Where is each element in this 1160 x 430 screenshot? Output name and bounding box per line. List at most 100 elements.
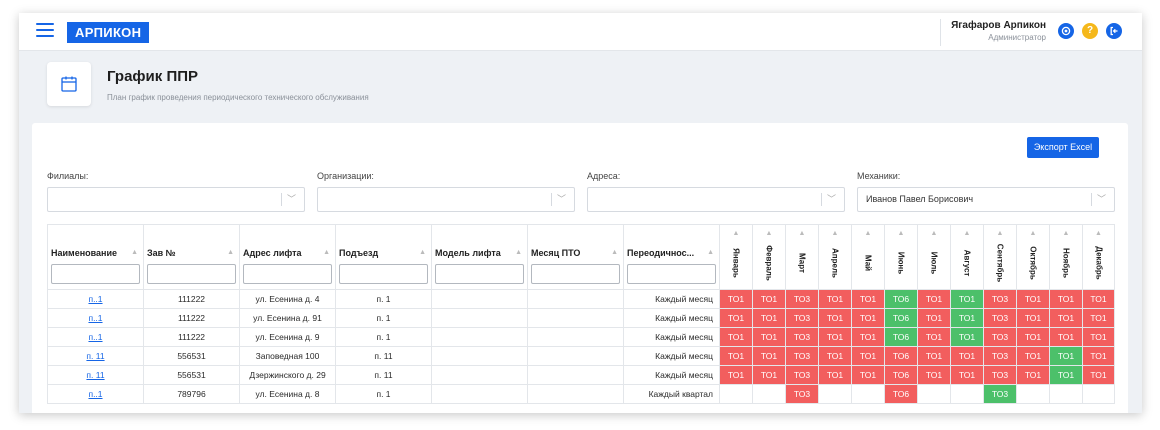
schedule-cell[interactable]: ТО1	[719, 289, 753, 309]
name-link[interactable]: п..1	[88, 332, 102, 342]
column-filter-input[interactable]	[339, 264, 428, 284]
schedule-cell[interactable]: ТО1	[818, 346, 852, 366]
schedule-cell[interactable]: ТО1	[1049, 365, 1083, 385]
column-header-address[interactable]: Адрес лифта ▲	[239, 224, 336, 290]
export-excel-button[interactable]: Экспорт Excel	[1027, 137, 1099, 158]
schedule-cell[interactable]: ТО3	[983, 289, 1017, 309]
sort-icon[interactable]: ▲	[419, 249, 426, 256]
schedule-cell[interactable]: ТО1	[1016, 327, 1050, 347]
schedule-cell[interactable]: ТО6	[884, 384, 918, 404]
column-header-month[interactable]: ▲ Март	[785, 224, 819, 290]
schedule-cell[interactable]: ТО1	[818, 327, 852, 347]
column-header-month[interactable]: ▲ Май	[851, 224, 885, 290]
schedule-cell[interactable]: ТО1	[719, 327, 753, 347]
schedule-cell[interactable]: ТО1	[851, 289, 885, 309]
schedule-cell[interactable]: ТО3	[785, 327, 819, 347]
column-header-month[interactable]: ▲ Сентябрь	[983, 224, 1017, 290]
schedule-cell[interactable]: ТО1	[1049, 308, 1083, 328]
schedule-cell[interactable]: ТО3	[785, 346, 819, 366]
schedule-cell[interactable]: ТО1	[851, 308, 885, 328]
column-filter-input[interactable]	[531, 264, 620, 284]
sort-icon[interactable]: ▲	[707, 249, 714, 256]
filter-select-addresses[interactable]: ﹀	[587, 187, 845, 212]
filter-select-branches[interactable]: ﹀	[47, 187, 305, 212]
schedule-cell[interactable]: ТО1	[950, 308, 984, 328]
column-header-month[interactable]: ▲ Апрель	[818, 224, 852, 290]
schedule-cell[interactable]: ТО3	[983, 365, 1017, 385]
sort-icon[interactable]: ▲	[611, 249, 618, 256]
column-header-month[interactable]: ▲ Ноябрь	[1049, 224, 1083, 290]
schedule-cell[interactable]: ТО1	[818, 308, 852, 328]
schedule-cell[interactable]: ТО1	[719, 346, 753, 366]
sort-icon[interactable]: ▲	[952, 230, 983, 237]
schedule-cell[interactable]: ТО1	[1082, 346, 1115, 366]
schedule-cell[interactable]: ТО1	[917, 346, 951, 366]
schedule-cell[interactable]: ТО3	[785, 384, 819, 404]
schedule-cell[interactable]	[1082, 384, 1115, 404]
schedule-cell[interactable]: ТО1	[1049, 346, 1083, 366]
sort-icon[interactable]: ▲	[721, 230, 752, 237]
schedule-cell[interactable]: ТО1	[1082, 289, 1115, 309]
filter-select-mechanics[interactable]: Иванов Павел Борисович ﹀	[857, 187, 1115, 212]
column-filter-input[interactable]	[435, 264, 524, 284]
schedule-cell[interactable]: ТО1	[917, 327, 951, 347]
schedule-cell[interactable]: ТО1	[752, 327, 786, 347]
user-info[interactable]: Ягафаров Арпикон Администратор	[940, 19, 1046, 46]
sort-icon[interactable]: ▲	[131, 249, 138, 256]
sort-icon[interactable]: ▲	[787, 230, 818, 237]
schedule-cell[interactable]: ТО1	[719, 365, 753, 385]
sort-icon[interactable]: ▲	[515, 249, 522, 256]
schedule-cell[interactable]: ТО1	[1016, 346, 1050, 366]
sort-icon[interactable]: ▲	[754, 230, 785, 237]
schedule-cell[interactable]: ТО1	[1016, 365, 1050, 385]
schedule-cell[interactable]: ТО1	[1049, 327, 1083, 347]
sort-icon[interactable]: ▲	[227, 249, 234, 256]
schedule-cell[interactable]: ТО3	[785, 365, 819, 385]
schedule-cell[interactable]: ТО1	[950, 365, 984, 385]
column-header-model[interactable]: Модель лифта ▲	[431, 224, 528, 290]
settings-icon[interactable]	[1058, 23, 1074, 39]
column-header-entrance[interactable]: Подъезд ▲	[335, 224, 432, 290]
schedule-cell[interactable]: ТО1	[1082, 327, 1115, 347]
column-filter-input[interactable]	[51, 264, 140, 284]
schedule-cell[interactable]: ТО1	[950, 346, 984, 366]
schedule-cell[interactable]: ТО1	[752, 308, 786, 328]
name-link[interactable]: п..1	[88, 294, 102, 304]
sort-icon[interactable]: ▲	[853, 230, 884, 237]
schedule-cell[interactable]: ТО1	[917, 289, 951, 309]
column-header-name[interactable]: Наименование ▲	[47, 224, 144, 290]
sort-icon[interactable]: ▲	[820, 230, 851, 237]
column-filter-input[interactable]	[627, 264, 716, 284]
schedule-cell[interactable]: ТО1	[851, 365, 885, 385]
column-header-month[interactable]: ▲ Июль	[917, 224, 951, 290]
column-header-month[interactable]: ▲ Февраль	[752, 224, 786, 290]
logout-icon[interactable]	[1106, 23, 1122, 39]
schedule-cell[interactable]	[752, 384, 786, 404]
column-header-month[interactable]: ▲ Октябрь	[1016, 224, 1050, 290]
column-header-month[interactable]: ▲ Август	[950, 224, 984, 290]
schedule-cell[interactable]: ТО1	[1049, 289, 1083, 309]
sort-icon[interactable]: ▲	[1051, 230, 1082, 237]
schedule-cell[interactable]: ТО6	[884, 308, 918, 328]
schedule-cell[interactable]: ТО3	[983, 327, 1017, 347]
column-header-month[interactable]: ▲ Июнь	[884, 224, 918, 290]
schedule-cell[interactable]: ТО1	[917, 308, 951, 328]
schedule-cell[interactable]	[818, 384, 852, 404]
column-header-month[interactable]: ▲ Январь	[719, 224, 753, 290]
schedule-cell[interactable]: ТО1	[752, 289, 786, 309]
schedule-cell[interactable]: ТО1	[851, 327, 885, 347]
sort-icon[interactable]: ▲	[1018, 230, 1049, 237]
schedule-cell[interactable]: ТО1	[950, 289, 984, 309]
schedule-cell[interactable]: ТО1	[818, 365, 852, 385]
column-filter-input[interactable]	[243, 264, 332, 284]
column-filter-input[interactable]	[147, 264, 236, 284]
column-header-zav-number[interactable]: Зав № ▲	[143, 224, 240, 290]
column-header-periodicity[interactable]: Переодичнос... ▲	[623, 224, 720, 290]
schedule-cell[interactable]	[1016, 384, 1050, 404]
schedule-cell[interactable]: ТО3	[785, 308, 819, 328]
name-link[interactable]: п..1	[88, 389, 102, 399]
schedule-cell[interactable]: ТО1	[851, 346, 885, 366]
schedule-cell[interactable]: ТО3	[785, 289, 819, 309]
sort-icon[interactable]: ▲	[323, 249, 330, 256]
schedule-cell[interactable]: ТО3	[983, 308, 1017, 328]
